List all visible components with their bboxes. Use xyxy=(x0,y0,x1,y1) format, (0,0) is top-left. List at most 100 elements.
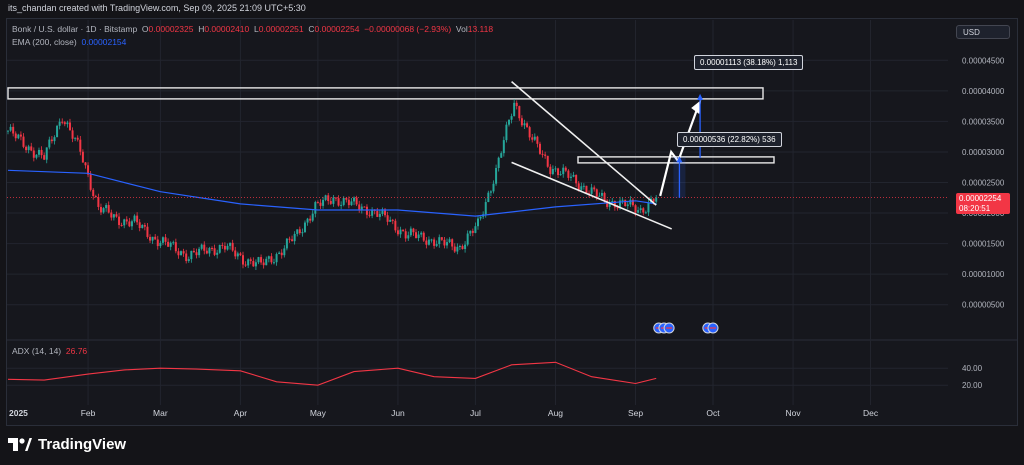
currency-button[interactable]: USD xyxy=(956,25,1010,39)
candle-body xyxy=(647,202,650,213)
candle-body xyxy=(149,236,152,241)
candle-body xyxy=(125,219,128,222)
candle-body xyxy=(391,219,394,221)
candle-body xyxy=(479,216,482,219)
candle-body xyxy=(154,236,157,240)
candle-body xyxy=(164,237,167,242)
candle-body xyxy=(161,237,164,243)
candle-body xyxy=(365,206,368,215)
candle-body xyxy=(151,236,154,241)
candle-body xyxy=(169,242,172,247)
y-tick-label: 0.00003000 xyxy=(962,148,1005,157)
measure-arrow-top-head xyxy=(697,93,704,100)
candle-body xyxy=(262,262,265,266)
candle-body xyxy=(260,257,263,263)
candle-body xyxy=(495,167,498,184)
candle-body xyxy=(595,189,598,197)
candle-body xyxy=(528,127,531,138)
candle-body xyxy=(572,174,575,177)
candle-body xyxy=(340,204,343,206)
candle-body xyxy=(236,253,239,257)
candle-body xyxy=(389,219,392,222)
candle-body xyxy=(19,134,22,137)
candle-body xyxy=(198,248,201,256)
candle-body xyxy=(492,183,495,192)
candle-body xyxy=(231,242,234,251)
candle-body xyxy=(265,258,268,266)
candle-body xyxy=(541,153,544,155)
candle-body xyxy=(644,212,647,214)
x-tick-label: Jul xyxy=(470,408,481,418)
candle-body xyxy=(582,185,585,187)
candle-body xyxy=(123,219,126,226)
ema-value: 0.00002154 xyxy=(81,37,127,47)
resistance-zone-upper xyxy=(7,87,764,100)
candle-body xyxy=(270,256,273,263)
chart-canvas[interactable]: 0.00004500 0.00004000 0.00003500 0.00003000… xyxy=(0,0,1024,465)
candle-body xyxy=(567,170,570,178)
candle-body xyxy=(655,197,658,202)
candle-body xyxy=(469,230,472,234)
candle-body xyxy=(244,264,247,266)
candle-body xyxy=(81,151,84,163)
y-tick-label: 0.00004000 xyxy=(962,87,1005,96)
candle-body xyxy=(156,239,159,247)
candle-body xyxy=(174,242,177,252)
candle-body xyxy=(427,239,430,245)
y-tick-label: 0.00002500 xyxy=(962,179,1005,188)
wedge-lower-trendline xyxy=(511,161,672,230)
candle-body xyxy=(464,244,467,250)
candle-body xyxy=(562,167,565,175)
candle-body xyxy=(249,259,252,261)
candle-body xyxy=(118,216,121,225)
candle-body xyxy=(456,246,459,252)
candle-body xyxy=(629,199,632,205)
candle-body xyxy=(637,210,640,213)
candle-body xyxy=(254,262,257,267)
candle-body xyxy=(27,146,30,151)
adx-y-tick-label: 20.00 xyxy=(962,381,983,390)
adx-y-tick-label: 40.00 xyxy=(962,364,983,373)
candle-body xyxy=(334,197,337,199)
candle-body xyxy=(120,224,123,226)
candle-body xyxy=(242,255,244,265)
candle-body xyxy=(234,250,237,257)
candle-body xyxy=(107,205,110,213)
candle-body xyxy=(471,230,474,233)
symbol-name[interactable]: Bonk / U.S. dollar · 1D · Bitstamp xyxy=(12,24,137,34)
candle-body xyxy=(68,122,71,131)
x-tick-label: Sep xyxy=(628,408,643,418)
candle-body xyxy=(451,239,454,247)
candle-body xyxy=(309,218,312,221)
candle-body xyxy=(639,208,642,211)
candle-body xyxy=(203,244,206,251)
candle-body xyxy=(404,231,407,239)
candle-body xyxy=(322,199,325,206)
tradingview-logo[interactable]: TradingView xyxy=(8,436,126,453)
candle-body xyxy=(557,168,560,175)
close-value: 0.00002254 xyxy=(314,24,360,34)
candle-body xyxy=(415,232,418,238)
y-tick-label: 0.00000500 xyxy=(962,301,1005,310)
candle-body xyxy=(386,215,389,222)
candle-body xyxy=(79,139,82,152)
candle-body xyxy=(554,168,557,170)
candle-body xyxy=(12,126,15,134)
candle-body xyxy=(337,198,340,206)
adx-label[interactable]: ADX (14, 14) xyxy=(12,346,61,356)
ema-label[interactable]: EMA (200, close) xyxy=(12,37,77,47)
candle-body xyxy=(621,199,624,201)
candle-body xyxy=(510,116,513,120)
candle-body xyxy=(195,252,198,256)
x-tick-label: May xyxy=(310,408,327,418)
candle-body xyxy=(211,248,214,250)
y-tick-label: 0.00001000 xyxy=(962,270,1005,279)
candle-body xyxy=(133,215,136,222)
candle-body xyxy=(350,201,353,206)
candle-body xyxy=(112,214,115,218)
candle-body xyxy=(252,260,255,267)
candle-body xyxy=(378,213,381,217)
candle-body xyxy=(283,248,286,256)
candle-body xyxy=(402,229,405,232)
candle-body xyxy=(138,222,141,229)
